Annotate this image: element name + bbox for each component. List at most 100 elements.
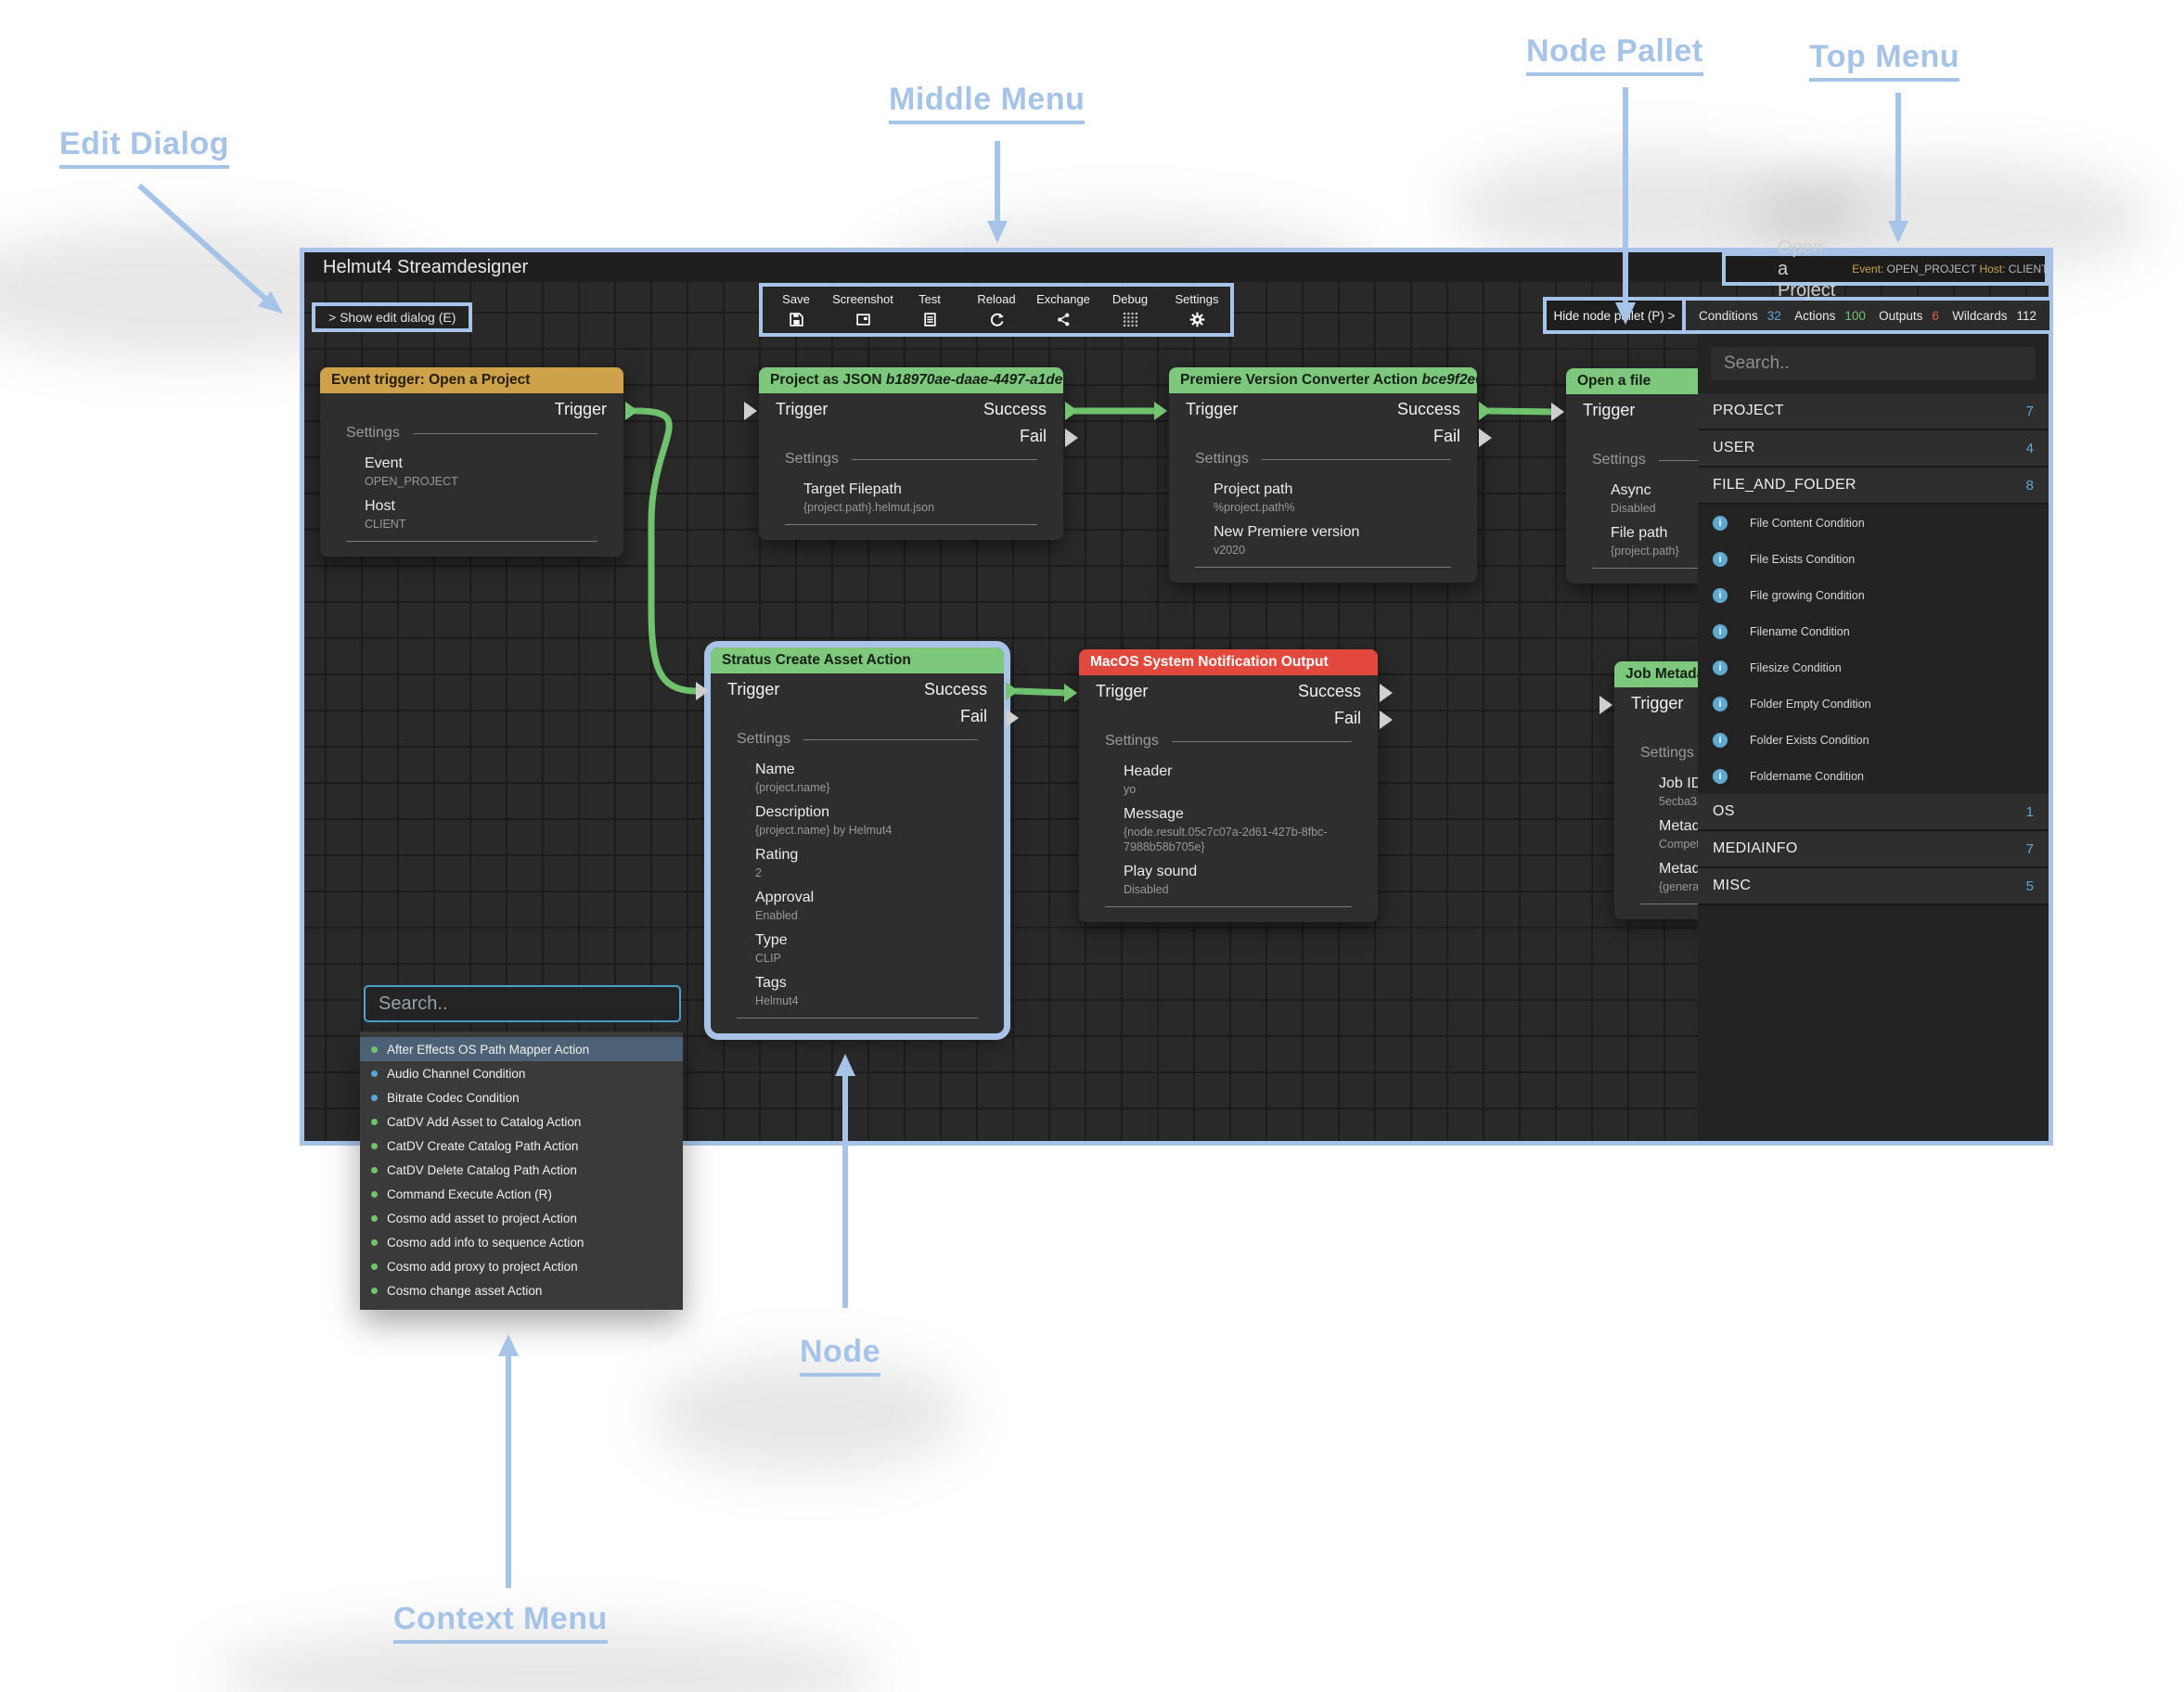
context-menu-item-label: Cosmo add proxy to project Action (387, 1260, 578, 1274)
port-trigger-input[interactable] (696, 682, 709, 700)
context-menu-item[interactable]: Cosmo add info to sequence Action (360, 1230, 683, 1254)
setting-label: Tags (755, 974, 978, 993)
hide-node-pallet-button[interactable]: Hide node pallet (P) > (1547, 301, 1686, 330)
info-icon[interactable]: i (1713, 516, 1728, 531)
pallet-item[interactable]: iFoldername Condition (1698, 758, 2049, 794)
node-event-trigger[interactable]: Event trigger: Open a ProjectTriggerSett… (320, 367, 623, 557)
context-menu-item-label: Command Execute Action (R) (387, 1187, 552, 1201)
toolbar-reload-button[interactable]: Reload (963, 287, 1030, 333)
screenshot-icon (855, 312, 871, 327)
info-icon[interactable]: i (1713, 552, 1728, 567)
port-trigger-input[interactable] (1064, 684, 1077, 702)
node-header[interactable]: Event trigger: Open a Project (320, 367, 623, 393)
toolbar-label: Test (919, 292, 941, 306)
node-header[interactable]: Premiere Version Converter Action bce9f2… (1169, 367, 1477, 393)
toolbar-label: Save (782, 292, 810, 306)
test-icon (922, 312, 938, 327)
node-stratus-create-asset[interactable]: Stratus Create Asset ActionTriggerSucces… (711, 647, 1004, 1033)
pallet-category-misc[interactable]: MISC5 (1698, 868, 2049, 905)
counter-conditions[interactable]: Conditions32 (1699, 309, 1781, 323)
counter-label: Outputs (1879, 309, 1922, 323)
pallet-item[interactable]: iFile Exists Condition (1698, 541, 2049, 577)
context-menu-item[interactable]: CatDV Create Catalog Path Action (360, 1134, 683, 1158)
context-menu-item[interactable]: Audio Channel Condition (360, 1061, 683, 1085)
pallet-category-os[interactable]: OS1 (1698, 794, 2049, 831)
info-icon[interactable]: i (1713, 588, 1728, 603)
wire-premiere-version-converter-to-open-a-file[interactable] (1489, 411, 1554, 412)
port-success-output[interactable] (1380, 684, 1393, 702)
pallet-search-input[interactable] (1711, 347, 2036, 380)
node-setting: Play soundDisabled (1124, 863, 1352, 897)
category-label: FILE_AND_FOLDER (1713, 477, 2026, 494)
pallet-item[interactable]: i File Content Condition (1698, 505, 2049, 541)
show-edit-dialog-button[interactable]: > Show edit dialog (E) (312, 302, 472, 332)
port-trigger-input[interactable] (1154, 402, 1167, 420)
info-icon[interactable]: i (1713, 697, 1728, 711)
context-menu-item[interactable]: After Effects OS Path Mapper Action (360, 1037, 683, 1061)
counter-actions[interactable]: Actions100 (1794, 309, 1866, 323)
port-success-output[interactable] (1006, 682, 1019, 700)
pallet-item[interactable]: iFolder Empty Condition (1698, 686, 2049, 722)
port-fail-output[interactable] (1006, 709, 1019, 727)
pallet-category-project[interactable]: PROJECT7 (1698, 393, 2049, 430)
node-header[interactable]: MacOS System Notification Output (1079, 649, 1378, 675)
settings-label: Settings (1640, 745, 1694, 762)
info-icon[interactable]: i (1713, 660, 1728, 675)
host-value: CLIENT (2009, 263, 2049, 276)
pallet-category-user[interactable]: USER4 (1698, 430, 2049, 468)
toolbar-debug-button[interactable]: Debug (1097, 287, 1163, 333)
port-trigger-input[interactable] (1599, 696, 1612, 714)
context-menu-search-input[interactable] (364, 985, 681, 1022)
pallet-item-label: Filesize Condition (1750, 661, 1842, 674)
info-icon[interactable]: i (1713, 769, 1728, 784)
toolbar-screenshot-button[interactable]: Screenshot (829, 287, 896, 333)
port-fail-output[interactable] (1065, 429, 1078, 447)
port-fail-output[interactable] (1380, 711, 1393, 729)
info-icon[interactable]: i (1713, 624, 1728, 639)
toolbar-settings-button[interactable]: Settings (1163, 287, 1230, 333)
info-icon[interactable]: i (1713, 733, 1728, 748)
pallet-item[interactable]: iFilename Condition (1698, 613, 2049, 649)
pallet-item-label: File Content Condition (1750, 517, 1865, 530)
toolbar-save-button[interactable]: Save (763, 287, 829, 333)
context-menu-item[interactable]: Command Execute Action (R) (360, 1182, 683, 1206)
context-menu-item[interactable]: Cosmo add asset to project Action (360, 1206, 683, 1230)
context-menu-item[interactable]: CatDV Delete Catalog Path Action (360, 1158, 683, 1182)
category-label: MISC (1713, 878, 2026, 894)
pallet-category-file_and_folder[interactable]: FILE_AND_FOLDER8 (1698, 468, 2049, 505)
settings-label: Settings (1105, 733, 1159, 750)
toolbar-test-button[interactable]: Test (896, 287, 963, 333)
category-count: 7 (2026, 404, 2034, 419)
node-header[interactable]: Project as JSON b18970ae-daae-4497-a1de-… (759, 367, 1063, 393)
setting-label: Project path (1214, 481, 1451, 499)
node-premiere-version-converter[interactable]: Premiere Version Converter Action bce9f2… (1169, 367, 1477, 583)
wire-stratus-create-asset-to-macos-notification[interactable] (1016, 691, 1067, 693)
node-project-as-json[interactable]: Project as JSON b18970ae-daae-4497-a1de-… (759, 367, 1063, 540)
wire-event-trigger-to-stratus-create-asset[interactable] (636, 411, 699, 691)
context-menu-item[interactable]: Bitrate Codec Condition (360, 1085, 683, 1109)
context-menu: After Effects OS Path Mapper ActionAudio… (360, 1032, 683, 1310)
action-dot-icon (371, 1215, 378, 1222)
node-macos-notification[interactable]: MacOS System Notification OutputTriggerS… (1079, 649, 1378, 922)
setting-value: {node.result.05c7c07a-2d61-427b-8fbc-798… (1124, 825, 1352, 854)
context-menu-item[interactable]: Cosmo add proxy to project Action (360, 1254, 683, 1278)
port-success-output[interactable] (1479, 402, 1492, 420)
port-trigger-input[interactable] (1551, 403, 1564, 421)
node-header[interactable]: Stratus Create Asset Action (711, 647, 1004, 673)
context-menu-item[interactable]: Cosmo change asset Action (360, 1278, 683, 1302)
port-success-output[interactable] (1065, 402, 1078, 420)
port-trigger-input[interactable] (744, 402, 757, 420)
toolbar-exchange-button[interactable]: Exchange (1030, 287, 1097, 333)
port-trigger-output[interactable] (625, 402, 638, 420)
counter-wildcards[interactable]: Wildcards112 (1952, 309, 2036, 323)
counter-outputs[interactable]: Outputs6 (1879, 309, 1939, 323)
context-menu-item[interactable]: CatDV Add Asset to Catalog Action (360, 1109, 683, 1134)
pallet-item[interactable]: iFile growing Condition (1698, 577, 2049, 613)
port-fail-output[interactable] (1479, 429, 1492, 447)
category-label: OS (1713, 803, 2026, 820)
pallet-item[interactable]: iFolder Exists Condition (1698, 722, 2049, 758)
pallet-item[interactable]: i Filesize Condition (1698, 649, 2049, 686)
top-menu[interactable]: Open a Project Event: OPEN_PROJECT Host:… (1722, 252, 2049, 286)
pallet-category-mediainfo[interactable]: MEDIAINFO7 (1698, 831, 2049, 868)
port-success-label: Success (1298, 682, 1361, 701)
